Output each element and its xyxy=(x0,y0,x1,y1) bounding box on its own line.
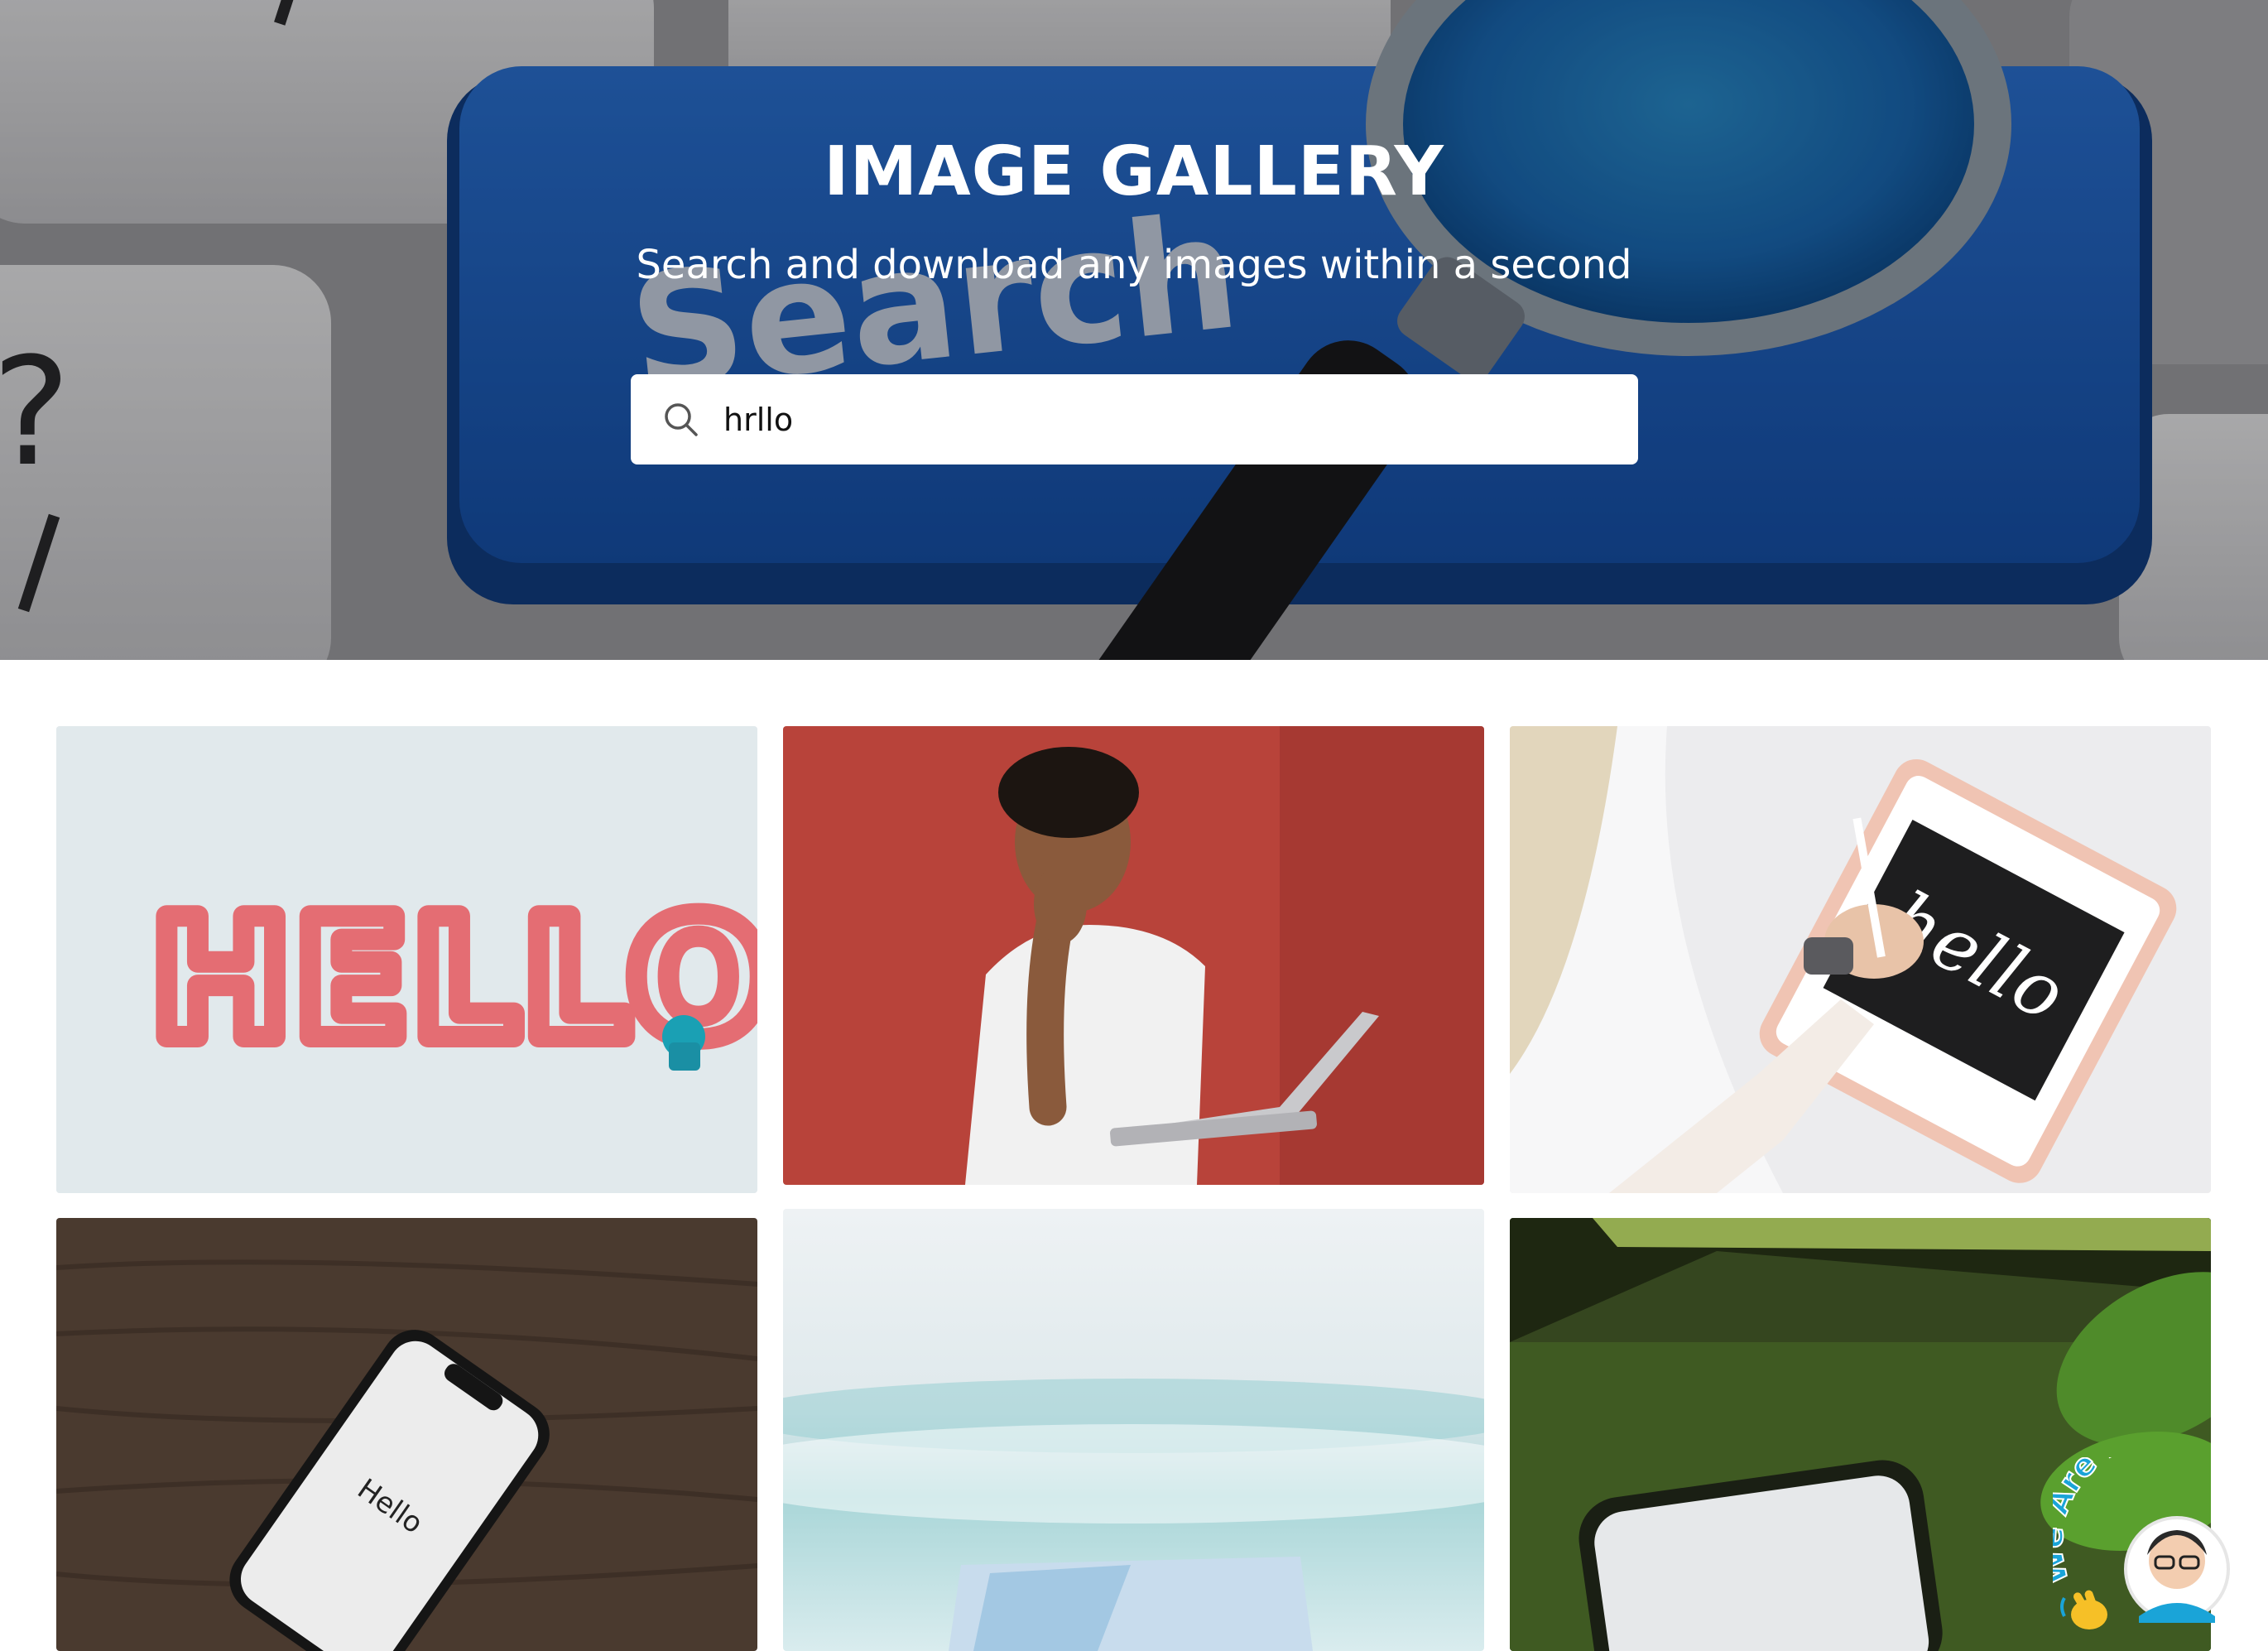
gallery-image-tablet-hello[interactable]: hello xyxy=(1510,726,2211,1193)
image-gallery: HELLO hello Hello xyxy=(0,660,2268,1651)
beach-card-image xyxy=(783,1209,1484,1651)
hello-letters-image: HELLO xyxy=(56,726,757,1193)
gallery-image-phone-wood[interactable]: Hello xyxy=(56,1218,757,1651)
chat-widget-graphic: We Are Here! xyxy=(2053,1457,2230,1629)
hero-overlay xyxy=(0,0,2268,660)
gallery-image-beach-card[interactable] xyxy=(783,1209,1484,1651)
page-subtitle: Search and download any images within a … xyxy=(636,242,1632,288)
page-title: IMAGE GALLERY xyxy=(824,132,1444,211)
waving-hand-icon xyxy=(2060,1590,2107,1629)
gallery-image-hello-letters[interactable]: HELLO xyxy=(56,726,757,1193)
search-icon xyxy=(665,402,698,436)
search-input[interactable] xyxy=(723,386,1601,453)
chat-widget[interactable]: We Are Here! xyxy=(2053,1457,2268,1651)
search-bar[interactable] xyxy=(631,374,1638,464)
gallery-image-man-waving[interactable] xyxy=(783,726,1484,1185)
hero-banner: Search ? IMAGE GALLERY Search and downlo… xyxy=(0,0,2268,660)
phone-wood-image: Hello xyxy=(56,1218,757,1651)
man-waving-image xyxy=(783,726,1484,1185)
tablet-hello-image: hello xyxy=(1510,726,2211,1193)
